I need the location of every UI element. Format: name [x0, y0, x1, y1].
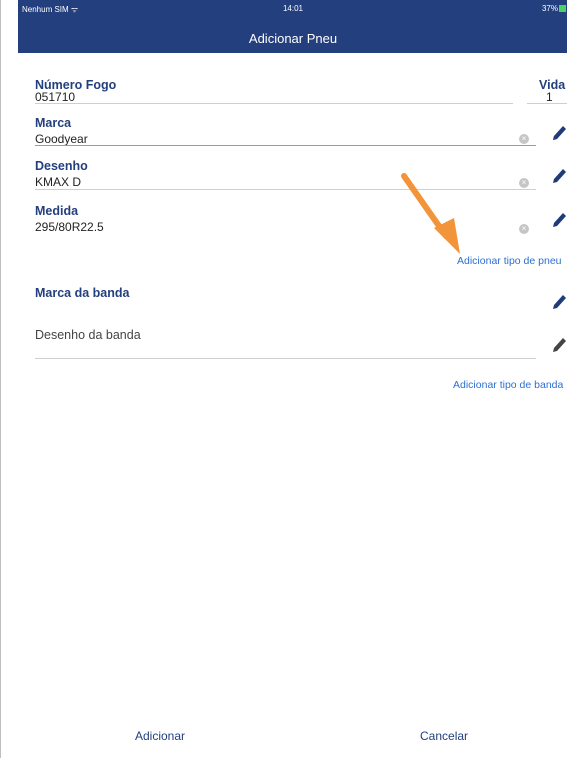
vida-underline [527, 103, 567, 104]
desenho-label: Desenho [35, 159, 88, 173]
desenho-edit-pencil-icon[interactable] [550, 166, 567, 186]
arrow-annotation-icon [401, 173, 460, 254]
marca-banda-label: Marca da banda [35, 286, 130, 300]
marca-field[interactable]: Goodyear [35, 132, 88, 146]
header-bar: Nenhum SIM ᯤ 14:01 37% Adicionar Pneu [18, 0, 567, 53]
desenho-banda-label: Desenho da banda [35, 328, 141, 342]
desenho-banda-underline [35, 358, 536, 359]
desenho-clear-icon[interactable]: × [519, 178, 529, 188]
status-time: 14:01 [282, 4, 304, 13]
medida-clear-icon[interactable]: × [519, 224, 529, 234]
add-tread-type-link[interactable]: Adicionar tipo de banda [453, 379, 563, 391]
add-button[interactable]: Adicionar [135, 729, 185, 743]
marca-underline [35, 145, 536, 146]
page-title: Adicionar Pneu [248, 31, 338, 46]
marca-label: Marca [35, 116, 72, 130]
battery-percent: 37% [541, 4, 558, 13]
cancel-button[interactable]: Cancelar [420, 729, 468, 743]
numero-fogo-field[interactable]: 051710 [35, 90, 75, 104]
desenho-banda-edit-pencil-icon[interactable] [550, 335, 567, 355]
medida-edit-pencil-icon[interactable] [550, 210, 567, 230]
battery-icon [559, 5, 566, 12]
desenho-field[interactable]: KMAX D [35, 175, 81, 189]
add-tire-type-link[interactable]: Adicionar tipo de pneu [457, 255, 562, 267]
medida-field[interactable]: 295/80R22.5 [35, 220, 104, 234]
marca-edit-pencil-icon[interactable] [550, 123, 567, 143]
marca-banda-edit-pencil-icon[interactable] [550, 292, 567, 312]
marca-clear-icon[interactable]: × [519, 134, 529, 144]
app-window: Nenhum SIM ᯤ 14:01 37% Adicionar Pneu Nú… [0, 0, 567, 758]
numero-fogo-underline [35, 103, 513, 104]
battery-status: 37% [542, 4, 566, 13]
medida-label: Medida [35, 204, 79, 218]
vida-field[interactable]: 1 [546, 90, 553, 104]
